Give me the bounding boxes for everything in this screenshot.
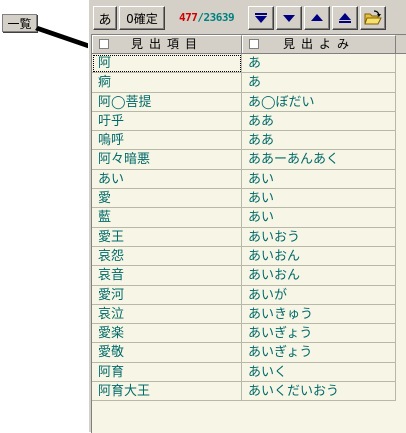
reading-cell[interactable]: あいぎょう [242, 324, 396, 344]
last-button[interactable] [332, 6, 358, 30]
reading-cell[interactable]: あいく [242, 362, 396, 383]
previous-button[interactable] [304, 6, 330, 30]
open-folder-icon [364, 10, 382, 25]
table-row[interactable]: 阿育 あいく [92, 362, 406, 383]
headword-cell[interactable]: 阿々暗悪 [92, 150, 242, 170]
next-icon [283, 15, 295, 22]
last-icon [339, 13, 351, 23]
headword-cell[interactable]: 愛王 [92, 227, 242, 247]
table-row[interactable]: 哀泣 あいきゅう [92, 304, 406, 325]
total-count: 23639 [203, 11, 235, 24]
list-header: 見出項目 見出よみ [92, 35, 406, 54]
reading-cell[interactable]: あいおん [242, 246, 396, 267]
first-icon [255, 13, 267, 23]
table-row[interactable]: 痾あ [92, 73, 406, 93]
reading-cell[interactable]: あ [242, 73, 396, 93]
headword-cell[interactable]: 哀泣 [92, 304, 242, 325]
reading-cell[interactable]: あいおう [242, 227, 396, 247]
table-row[interactable]: あい あい [92, 169, 406, 190]
table-row[interactable]: 阿々暗悪 ああーあんあく [92, 150, 406, 170]
reading-cell[interactable]: あいが [242, 285, 396, 305]
checkbox-icon [249, 39, 259, 49]
list-rows: 阿あ痾あ阿◯菩提 あ◯ぼだい 吁乎 ああ 嗚呼 ああ 阿々暗悪 ああーあんあく あい あい愛あい藍… [92, 54, 406, 402]
headword-cell[interactable]: 嗚呼 [92, 131, 242, 151]
headword-cell[interactable]: 阿育大王 [92, 382, 242, 402]
headword-cell[interactable]: 阿◯菩提 [92, 92, 242, 112]
checkbox-icon [99, 39, 109, 49]
next-button[interactable] [276, 6, 302, 30]
headword-cell[interactable]: 哀音 [92, 266, 242, 286]
toolbar: あ 0確定 477/23639 [91, 2, 405, 32]
headword-cell[interactable]: 愛敬 [92, 343, 242, 363]
reading-cell[interactable]: あいぎょう [242, 343, 396, 363]
list-callout-label: 一覧 [2, 14, 37, 32]
reading-cell[interactable]: あいくだいおう [242, 382, 396, 402]
record-counter: 477/23639 [179, 11, 235, 24]
reading-cell[interactable]: あい [242, 208, 396, 228]
reading-cell[interactable]: ああ [242, 131, 396, 151]
table-row[interactable]: 嗚呼 ああ [92, 131, 406, 151]
column-header-reading[interactable]: 見出よみ [242, 35, 396, 53]
reading-cell[interactable]: あ [242, 54, 396, 74]
reading-cell[interactable]: あ◯ぼだい [242, 92, 396, 112]
table-row[interactable]: 阿◯菩提 あ◯ぼだい [92, 92, 406, 112]
column-header-headword[interactable]: 見出項目 [92, 35, 242, 53]
confirm-button[interactable]: 0確定 [119, 6, 165, 30]
open-file-button[interactable] [360, 6, 386, 30]
table-row[interactable]: 哀怨 あいおん [92, 246, 406, 267]
headword-cell[interactable]: 吁乎 [92, 111, 242, 132]
headword-cell[interactable]: 阿 [92, 54, 242, 74]
table-row[interactable]: 阿育大王 あいくだいおう [92, 382, 406, 402]
table-row[interactable]: 愛王 あいおう [92, 227, 406, 247]
table-row[interactable]: 愛敬 あいぎょう [92, 343, 406, 363]
reading-cell[interactable]: あいおん [242, 266, 396, 286]
hiragana-a-button[interactable]: あ [93, 6, 117, 30]
table-row[interactable]: 吁乎 ああ [92, 111, 406, 132]
table-row[interactable]: 哀音 あいおん [92, 266, 406, 286]
reading-cell[interactable]: ああーあんあく [242, 150, 396, 170]
table-row[interactable]: 愛あい [92, 189, 406, 209]
headword-cell[interactable]: 愛楽 [92, 324, 242, 344]
headword-cell[interactable]: 痾 [92, 73, 242, 93]
table-row[interactable]: 愛河 あいが [92, 285, 406, 305]
current-index: 477 [179, 11, 198, 24]
reading-cell[interactable]: あい [242, 189, 396, 209]
reading-cell[interactable]: あいきゅう [242, 304, 396, 325]
entry-list[interactable]: 見出項目 見出よみ 阿あ痾あ阿◯菩提 あ◯ぼだい 吁乎 ああ 嗚呼 ああ 阿々暗悪 ああーあん… [91, 34, 406, 433]
table-row[interactable]: 阿あ [92, 54, 406, 74]
headword-cell[interactable]: 阿育 [92, 362, 242, 383]
table-row[interactable]: 藍あい [92, 208, 406, 228]
headword-cell[interactable]: あい [92, 169, 242, 190]
dictionary-window: あ 0確定 477/23639 見出項目 見出よみ 阿 あ 痾 あ 阿◯菩提 あ… [88, 0, 406, 433]
reading-cell[interactable]: ああ [242, 111, 396, 132]
reading-cell[interactable]: あい [242, 169, 396, 190]
headword-cell[interactable]: 愛 [92, 189, 242, 209]
headword-cell[interactable]: 愛河 [92, 285, 242, 305]
headword-cell[interactable]: 哀怨 [92, 246, 242, 267]
first-button[interactable] [248, 6, 274, 30]
headword-cell[interactable]: 藍 [92, 208, 242, 228]
table-row[interactable]: 愛楽 あいぎょう [92, 324, 406, 344]
previous-icon [311, 14, 323, 21]
